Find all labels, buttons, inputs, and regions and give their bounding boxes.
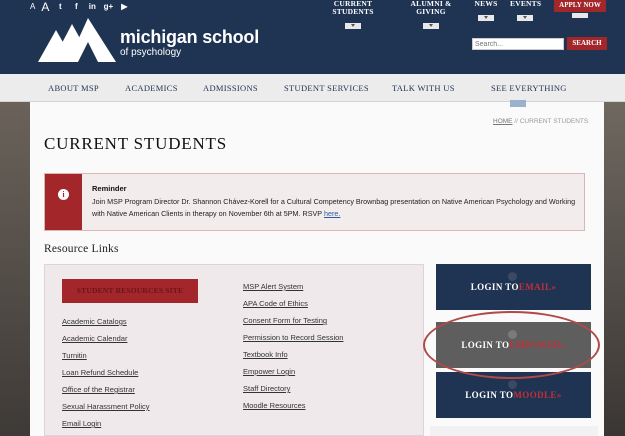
utility-bar: A A t f in g+ ▶	[30, 0, 129, 14]
background-photo-right	[604, 102, 625, 436]
login-email-button[interactable]: LOGIN TO EMAIL »	[436, 264, 591, 310]
link-msp-alert-system[interactable]: MSP Alert System	[243, 282, 303, 291]
student-resources-site-button[interactable]: STUDENT RESOURCES SITE	[62, 279, 198, 303]
topnav-current-students[interactable]: CURRENT STUDENTS	[318, 0, 388, 29]
login-email-label: LOGIN TO EMAIL »	[470, 282, 557, 292]
chevron-down-icon[interactable]	[517, 15, 533, 21]
breadcrumb: HOME // CURRENT STUDENTS	[493, 118, 588, 125]
link-textbook-info[interactable]: Textbook Info	[243, 350, 288, 359]
chevron-down-icon[interactable]	[478, 15, 494, 21]
reminder-alert: i Reminder Join MSP Program Director Dr.…	[44, 173, 585, 231]
msp-logo-icon[interactable]	[38, 16, 116, 64]
nav-student-services[interactable]: STUDENT SERVICES	[284, 83, 369, 93]
chevron-down-icon[interactable]	[423, 23, 439, 29]
link-loan-refund-schedule[interactable]: Loan Refund Schedule	[62, 368, 138, 377]
logo-line2: of psychology	[120, 47, 182, 58]
apply-now-button[interactable]: APPLY NOW	[554, 0, 606, 12]
site-header: A A t f in g+ ▶ CURRENT STUDENTS ALUMNI …	[0, 0, 625, 74]
chevron-down-icon[interactable]	[510, 100, 526, 107]
link-academic-catalogs[interactable]: Academic Catalogs	[62, 317, 127, 326]
breadcrumb-home[interactable]: HOME	[493, 118, 513, 125]
link-academic-calendar[interactable]: Academic Calendar	[62, 334, 127, 343]
topnav-alumni-giving[interactable]: ALUMNI & GIVING	[400, 0, 462, 29]
footer-strip	[430, 426, 598, 436]
facebook-icon[interactable]: f	[71, 2, 81, 12]
breadcrumb-separator: //	[512, 118, 520, 125]
topnav-current-students-label: CURRENT STUDENTS	[332, 0, 374, 16]
rsvp-link[interactable]: here.	[324, 209, 340, 218]
link-moodle-resources[interactable]: Moodle Resources	[243, 401, 306, 410]
main-nav: ABOUT MSP ACADEMICS ADMISSIONS STUDENT S…	[0, 74, 625, 102]
logo-line1: michigan school	[120, 27, 260, 47]
linkedin-icon[interactable]: in	[87, 2, 97, 12]
chevron-down-icon[interactable]	[345, 23, 361, 29]
link-turnitin[interactable]: Turnitin	[62, 351, 87, 360]
search-button[interactable]: SEARCH	[567, 37, 607, 50]
link-empower-login[interactable]: Empower Login	[243, 367, 295, 376]
page-title: CURRENT STUDENTS	[44, 134, 227, 153]
link-sexual-harassment-policy[interactable]: Sexual Harassment Policy	[62, 402, 150, 411]
logo-wordmark[interactable]: michigan school of psychology	[120, 28, 259, 59]
link-staff-directory[interactable]: Staff Directory	[243, 384, 290, 393]
topnav-news-label: NEWS	[474, 0, 498, 8]
googleplus-icon[interactable]: g+	[103, 2, 114, 12]
reminder-body: Join MSP Program Director Dr. Shannon Ch…	[92, 196, 582, 220]
nav-academics[interactable]: ACADEMICS	[125, 83, 178, 93]
background-photo-left	[0, 102, 30, 436]
link-consent-form-for-testing[interactable]: Consent Form for Testing	[243, 316, 327, 325]
topnav-news[interactable]: NEWS	[474, 0, 498, 21]
link-email-login[interactable]: Email Login	[62, 419, 101, 428]
link-apa-code-of-ethics[interactable]: APA Code of Ethics	[243, 299, 308, 308]
twitter-icon[interactable]: t	[55, 2, 65, 12]
resource-links-title: Resource Links	[44, 243, 119, 255]
chevron-down-icon[interactable]	[572, 13, 588, 18]
youtube-icon[interactable]: ▶	[119, 2, 129, 12]
nav-see-everything[interactable]: SEE EVERYTHING	[491, 83, 567, 93]
link-office-of-the-registrar[interactable]: Office of the Registrar	[62, 385, 135, 394]
nav-talk-with-us[interactable]: TALK WITH US	[392, 83, 455, 93]
breadcrumb-current: CURRENT STUDENTS	[519, 118, 589, 125]
topnav-events-label: EVENTS	[510, 0, 542, 8]
topnav-events[interactable]: EVENTS	[510, 0, 542, 21]
link-permission-to-record-session[interactable]: Permission to Record Session	[243, 333, 343, 342]
font-decrease-button[interactable]: A	[30, 2, 35, 12]
reminder-icon-bar	[45, 174, 82, 230]
info-icon: i	[58, 189, 69, 200]
reminder-title: Reminder	[92, 184, 127, 193]
topnav-alumni-giving-label: ALUMNI & GIVING	[410, 0, 452, 16]
nav-about-msp[interactable]: ABOUT MSP	[48, 83, 99, 93]
highlight-annotation-circle	[423, 311, 600, 379]
search-input[interactable]	[472, 38, 564, 50]
nav-admissions[interactable]: ADMISSIONS	[203, 83, 258, 93]
font-increase-button[interactable]: A	[41, 1, 49, 13]
